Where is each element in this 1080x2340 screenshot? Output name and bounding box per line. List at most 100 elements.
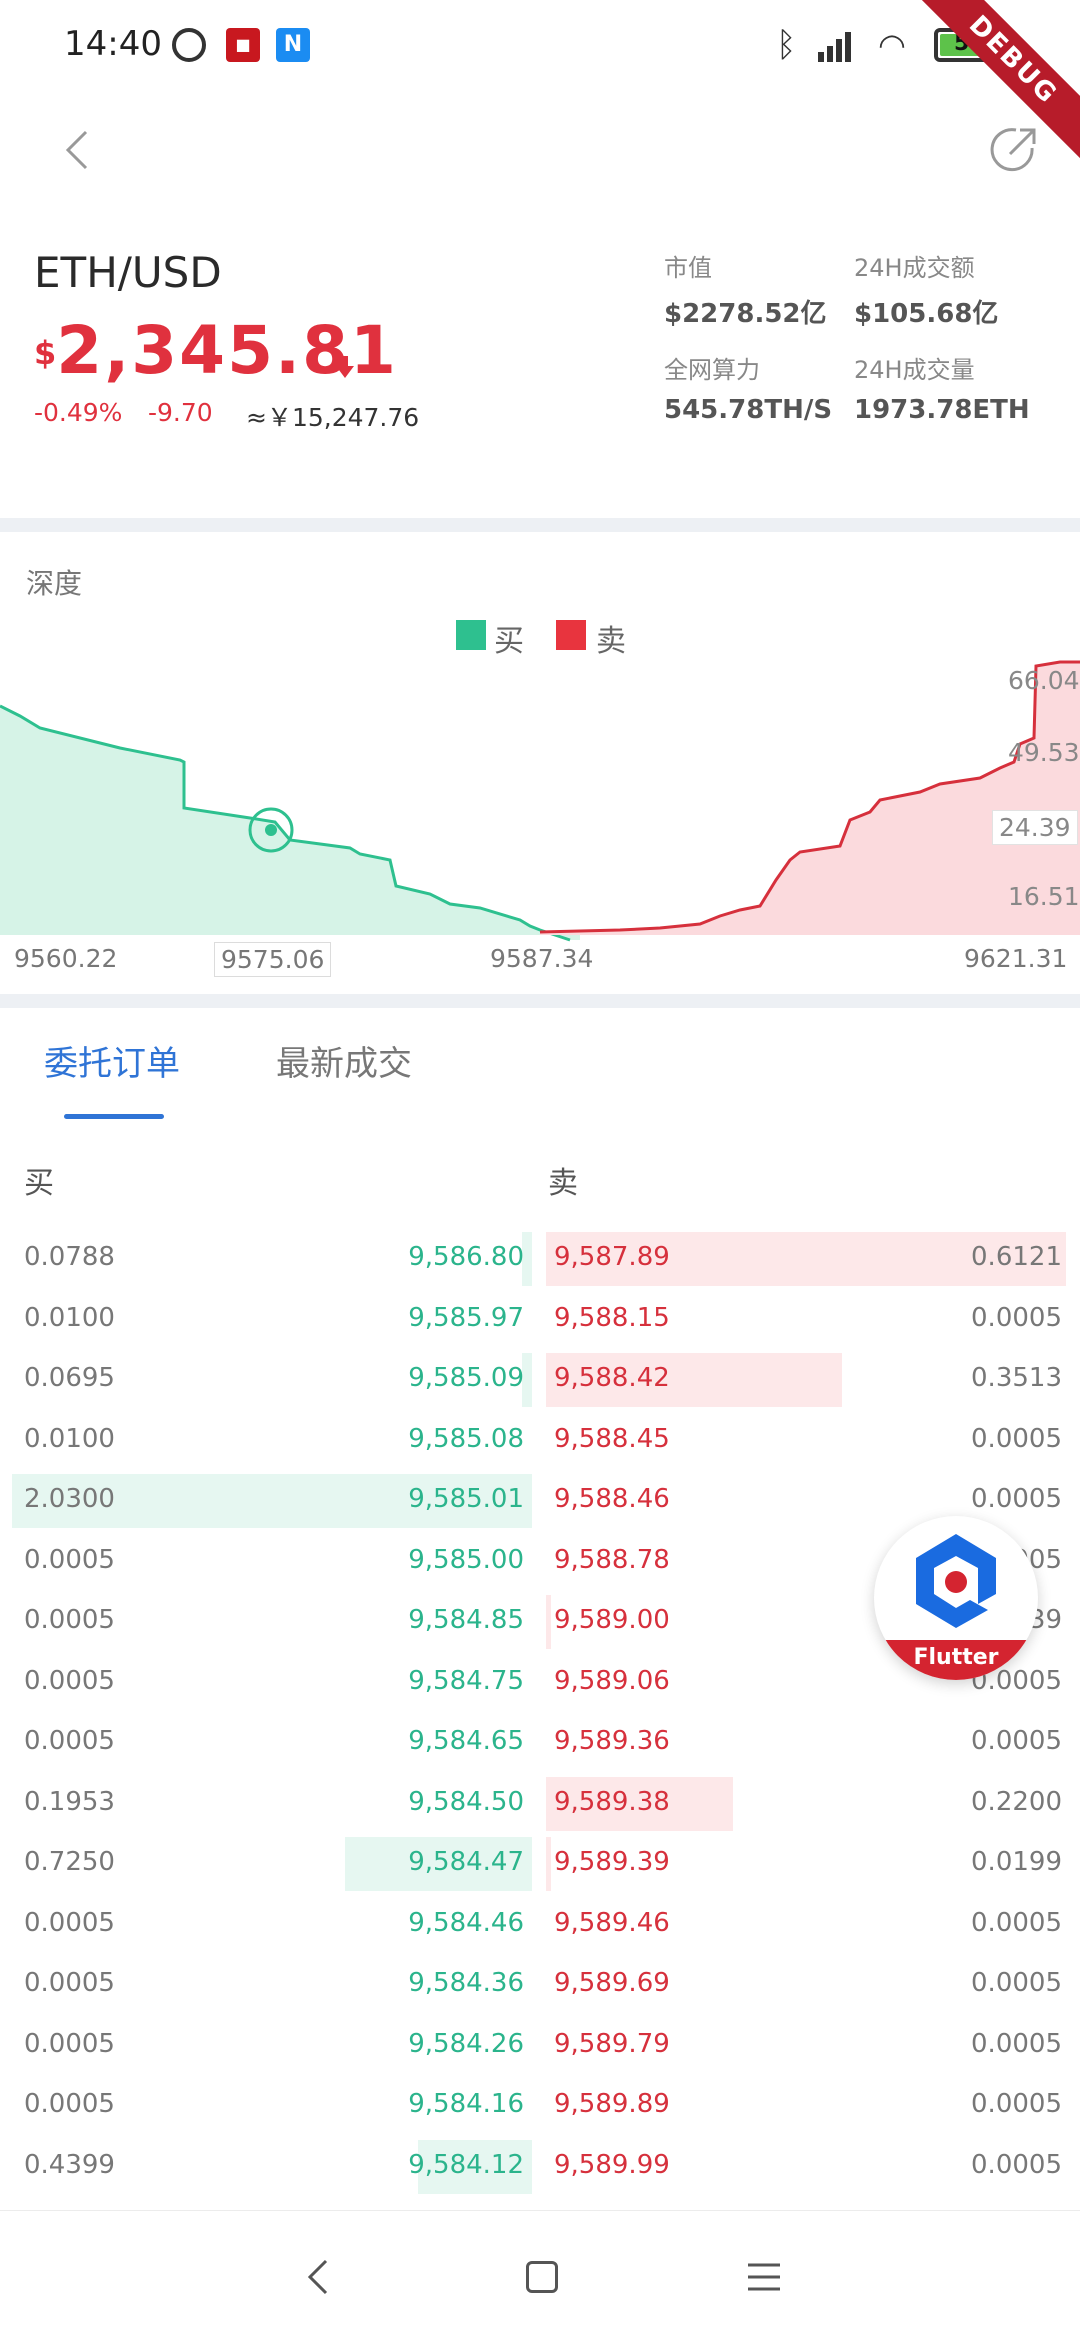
flutter-inspector-button[interactable]: Flutter — [874, 1516, 1038, 1680]
app-bar — [0, 96, 1080, 206]
order-book-row[interactable]: 0.7250 9,584.47 9,589.39 0.0199 — [0, 1835, 1080, 1891]
order-book-row[interactable]: 0.0005 9,584.46 9,589.46 0.0005 — [0, 1896, 1080, 1952]
stat-value: $105.68亿 — [854, 299, 999, 329]
bid-price: 9,584.46 — [408, 1908, 524, 1938]
order-book-row[interactable]: 2.0300 9,585.01 9,588.46 0.0005 — [0, 1472, 1080, 1528]
y-tick-label-highlight: 24.39 — [992, 810, 1078, 845]
nav-back-icon[interactable] — [304, 2259, 334, 2295]
order-book-row[interactable]: 0.0005 9,584.65 9,589.36 0.0005 — [0, 1714, 1080, 1770]
ask-depth-bar — [546, 1595, 551, 1649]
bid-qty: 0.0695 — [24, 1363, 115, 1393]
ask-qty: 0.0005 — [971, 2150, 1062, 2180]
depth-title: 深度 — [26, 567, 83, 600]
bid-price: 9,584.36 — [408, 1968, 524, 1998]
bid-price: 9,584.65 — [408, 1726, 524, 1756]
nav-home-icon[interactable] — [526, 2261, 558, 2293]
tab-latest-trades[interactable]: 最新成交 — [276, 1036, 412, 1085]
ask-qty: 0.0199 — [971, 1847, 1062, 1877]
stat-24h-volume: 24H成交量 1973.78ETH — [854, 350, 1030, 425]
system-nav-bar — [0, 2210, 1080, 2340]
wifi-icon: ◠ — [878, 26, 906, 64]
ask-price: 9,588.42 — [554, 1363, 670, 1393]
bid-price: 9,584.47 — [408, 1847, 524, 1877]
ask-qty: 0.0005 — [971, 1424, 1062, 1454]
bid-qty: 0.0005 — [24, 1545, 115, 1575]
order-book-row[interactable]: 0.4399 9,584.12 9,589.99 0.0005 — [0, 2138, 1080, 2194]
crosshair-dot — [265, 824, 277, 836]
app-red-icon: ■ — [226, 28, 260, 62]
bid-qty: 0.0100 — [24, 1424, 115, 1454]
stat-hashrate: 全网算力 545.78TH/S — [664, 350, 832, 425]
order-book-row[interactable]: 0.1953 9,584.50 9,589.38 0.2200 — [0, 1775, 1080, 1831]
signal-icon — [818, 28, 852, 62]
x-tick-label-highlight: 9575.06 — [214, 942, 332, 977]
pair-title: ETH/USD — [34, 248, 222, 297]
stat-market-cap: 市值 $2278.52亿 — [664, 248, 827, 330]
ask-price: 9,588.46 — [554, 1484, 670, 1514]
x-tick-label: 9621.31 — [964, 944, 1068, 973]
order-book-row[interactable]: 0.0005 9,584.26 9,589.79 0.0005 — [0, 2017, 1080, 2073]
section-divider — [0, 994, 1080, 1008]
bid-price: 9,585.01 — [408, 1484, 524, 1514]
status-bar: 14:40 ■ N ᛒ ◠ 59 DEBUG — [0, 0, 1080, 179]
ask-price: 9,589.89 — [554, 2089, 670, 2119]
depth-chart[interactable] — [0, 640, 1080, 980]
bid-price: 9,585.00 — [408, 1545, 524, 1575]
ask-price: 9,589.39 — [554, 1847, 670, 1877]
bid-price: 9,584.16 — [408, 2089, 524, 2119]
y-tick-label: 16.51 — [1008, 882, 1080, 911]
ask-price: 9,588.45 — [554, 1424, 670, 1454]
bid-qty: 0.0005 — [24, 1968, 115, 1998]
order-book-row[interactable]: 0.0005 9,584.36 9,589.69 0.0005 — [0, 1956, 1080, 2012]
section-divider — [0, 518, 1080, 532]
status-time: 14:40 — [64, 24, 162, 64]
tab-indicator — [64, 1114, 164, 1119]
bid-price: 9,584.75 — [408, 1666, 524, 1696]
stat-label: 24H成交额 — [854, 254, 975, 282]
bid-qty: 0.0100 — [24, 1303, 115, 1333]
change-absolute: -9.70 — [148, 398, 213, 427]
bid-qty: 0.4399 — [24, 2150, 115, 2180]
stat-value: 545.78TH/S — [664, 395, 833, 425]
ask-qty: 0.0005 — [971, 1726, 1062, 1756]
order-book-row[interactable]: 0.0100 9,585.08 9,588.45 0.0005 — [0, 1412, 1080, 1468]
bid-qty: 0.7250 — [24, 1847, 115, 1877]
ask-qty: 0.2200 — [971, 1787, 1062, 1817]
approx-cny-price: ≈￥15,247.76 — [246, 403, 420, 432]
stat-24h-turnover: 24H成交额 $105.68亿 — [854, 248, 998, 330]
stat-value: $2278.52亿 — [664, 299, 827, 329]
flutter-label: Flutter — [874, 1640, 1038, 1680]
ask-price: 9,589.06 — [554, 1666, 670, 1696]
ask-qty: 0.0005 — [971, 1968, 1062, 1998]
order-book-row[interactable]: 0.0695 9,585.09 9,588.42 0.3513 — [0, 1351, 1080, 1407]
bid-qty: 0.0005 — [24, 1726, 115, 1756]
nav-menu-icon[interactable] — [748, 2261, 780, 2293]
y-tick-label: 49.53 — [1008, 738, 1080, 767]
bid-price: 9,584.12 — [408, 2150, 524, 2180]
ask-price: 9,588.78 — [554, 1545, 670, 1575]
stat-value: 1973.78ETH — [854, 395, 1030, 425]
x-tick-label: 9560.22 — [14, 944, 118, 973]
order-book-row[interactable]: 0.0788 9,586.80 9,587.89 0.6121 — [0, 1230, 1080, 1286]
order-book-row[interactable]: 0.0005 9,584.16 9,589.89 0.0005 — [0, 2077, 1080, 2133]
bid-price: 9,585.08 — [408, 1424, 524, 1454]
sell-depth-area — [540, 662, 1080, 935]
currency-symbol: $ — [34, 334, 57, 372]
ask-qty: 0.0005 — [971, 2029, 1062, 2059]
ask-qty: 0.0005 — [971, 1303, 1062, 1333]
bluetooth-icon: ᛒ — [776, 25, 797, 65]
ask-depth-bar — [546, 1837, 551, 1891]
tab-orders[interactable]: 委托订单 — [44, 1036, 180, 1085]
stat-label: 24H成交量 — [854, 356, 975, 384]
stat-label: 全网算力 — [664, 356, 760, 384]
bid-price: 9,584.26 — [408, 2029, 524, 2059]
ask-price: 9,588.15 — [554, 1303, 670, 1333]
chevron-left-icon[interactable] — [58, 130, 98, 170]
ask-price: 9,589.69 — [554, 1968, 670, 1998]
ask-qty: 0.0005 — [971, 1484, 1062, 1514]
bid-price: 9,586.80 — [408, 1242, 524, 1272]
stat-label: 市值 — [664, 254, 712, 282]
share-icon[interactable] — [988, 124, 1040, 176]
ask-price: 9,589.00 — [554, 1605, 670, 1635]
order-book-row[interactable]: 0.0100 9,585.97 9,588.15 0.0005 — [0, 1291, 1080, 1347]
